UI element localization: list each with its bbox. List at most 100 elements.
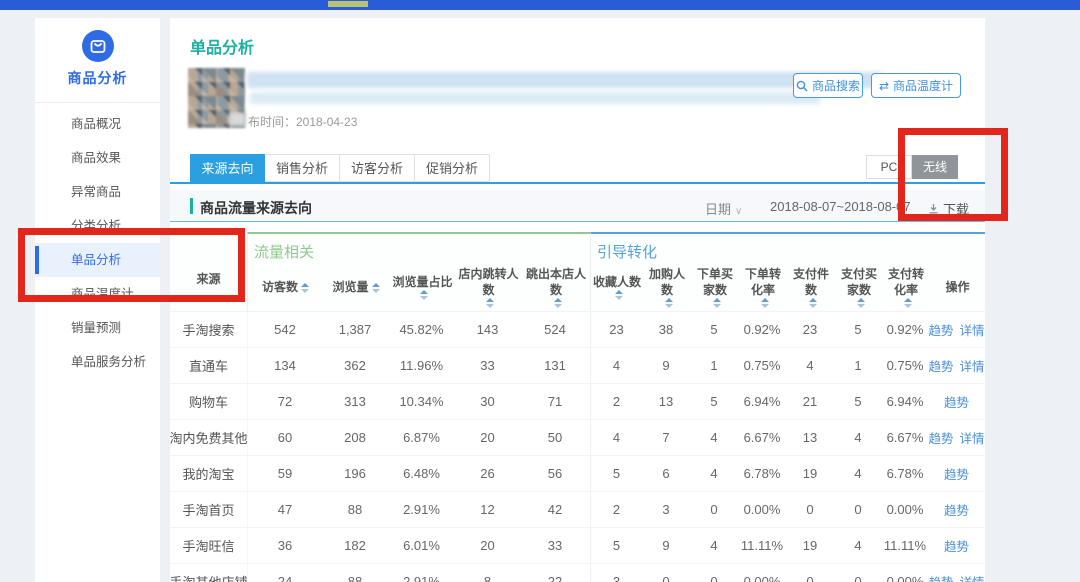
sort-icon[interactable] [554, 298, 562, 308]
sort-icon[interactable] [615, 290, 623, 300]
table-body: 手淘搜索5421,38745.82%143524233850.92%2350.9… [170, 311, 985, 582]
product-thermometer-label: 商品温度计 [893, 77, 953, 94]
column-header[interactable]: 访客数 [248, 264, 323, 311]
date-filter-dropdown[interactable]: 日期∨ [705, 199, 742, 218]
date-range-value[interactable]: 2018-08-07~2018-08-07 [770, 199, 911, 214]
action-link[interactable]: 详情 [960, 572, 985, 582]
device-toggle-option[interactable]: 无线 [912, 155, 958, 179]
download-button[interactable]: 下载 [928, 199, 969, 218]
product-title-redacted [247, 72, 882, 88]
source-cell[interactable]: 手淘首页 [170, 492, 247, 527]
action-link[interactable]: 趋势 [928, 356, 953, 375]
value-cell: 33 [455, 348, 520, 383]
column-header[interactable]: 收藏人数 [591, 264, 643, 311]
sort-down-arrow [615, 296, 623, 300]
sort-up-arrow [809, 298, 817, 302]
value-cell: 13 [786, 420, 834, 455]
column-header[interactable]: 下单转化率 [739, 264, 787, 311]
product-search-button[interactable]: 商品搜索 [793, 73, 863, 98]
tab[interactable]: 促销分析 [415, 154, 490, 182]
sort-down-arrow [486, 304, 494, 308]
sidebar-item[interactable]: 商品概况 [35, 107, 160, 141]
sort-icon[interactable] [857, 298, 865, 308]
source-cell[interactable]: 我的淘宝 [170, 456, 247, 491]
action-link[interactable]: 趋势 [928, 428, 953, 447]
action-cell: 趋势 [928, 456, 985, 491]
column-header[interactable]: 加购人数 [643, 264, 691, 311]
action-link[interactable]: 趋势 [944, 500, 969, 519]
source-cell[interactable]: 手淘旺信 [170, 528, 247, 563]
action-link[interactable]: 趋势 [928, 572, 953, 582]
sort-icon[interactable] [809, 298, 817, 308]
sort-up-arrow [372, 283, 380, 287]
product-search-label: 商品搜索 [812, 77, 860, 94]
value-cell: 196 [322, 456, 388, 491]
sidebar-item[interactable]: 单品分析 [35, 243, 160, 277]
topbar-tab-marker[interactable] [328, 1, 368, 7]
column-header[interactable]: 支付件数 [787, 264, 835, 311]
column-header[interactable]: 支付买家数 [835, 264, 883, 311]
column-header-action: 操作 [929, 264, 985, 311]
sidebar-item[interactable]: 单品服务分析 [35, 345, 160, 379]
action-link[interactable]: 详情 [960, 356, 985, 375]
value-cell: 182 [322, 528, 388, 563]
product-thermometer-button[interactable]: ⇄ 商品温度计 [871, 73, 961, 98]
action-link[interactable]: 趋势 [944, 536, 969, 555]
value-cell: 59 [247, 456, 322, 491]
action-link[interactable]: 趋势 [944, 464, 969, 483]
table-row: 购物车7231310.34%307121356.94%2156.94%趋势 [170, 383, 985, 419]
sort-down-arrow [301, 289, 309, 293]
action-link[interactable]: 详情 [960, 428, 985, 447]
tab[interactable]: 来源去向 [190, 154, 265, 182]
sidebar-menu: 商品概况商品效果异常商品分类分析单品分析商品温度计销量预测单品服务分析 [35, 107, 160, 379]
table-row: 直通车13436211.96%331314910.75%410.75%趋势详情 [170, 347, 985, 383]
sort-icon[interactable] [665, 298, 673, 308]
source-cell[interactable]: 淘内免费其他 [170, 420, 247, 455]
column-header[interactable]: 店内跳转人数 [456, 264, 521, 311]
column-header[interactable]: 支付转化率 [883, 264, 929, 311]
column-header[interactable]: 浏览量 [323, 264, 389, 311]
value-cell: 6.67% [882, 420, 928, 455]
source-cell[interactable]: 手淘搜索 [170, 312, 247, 347]
value-cell: 5 [690, 312, 738, 347]
column-header[interactable]: 浏览量占比 [389, 264, 456, 311]
sort-icon[interactable] [486, 298, 494, 308]
action-link[interactable]: 趋势 [944, 392, 969, 411]
sort-up-arrow [554, 298, 562, 302]
value-cell: 26 [455, 456, 520, 491]
column-header-source[interactable]: 来源 [170, 270, 247, 287]
sidebar-item[interactable]: 商品效果 [35, 141, 160, 175]
swap-icon: ⇄ [879, 79, 889, 93]
table-row: 手淘其他店铺24882.91%8223000.00%000.00%趋势详情 [170, 563, 985, 582]
browser-topbar [0, 0, 1080, 10]
sidebar-item[interactable]: 分类分析 [35, 209, 160, 243]
sort-icon[interactable] [761, 298, 769, 308]
sort-icon[interactable] [420, 290, 428, 300]
column-header[interactable]: 跳出本店人数 [521, 264, 591, 311]
action-link[interactable]: 详情 [960, 320, 985, 339]
sidebar-item[interactable]: 商品温度计 [35, 277, 160, 311]
sort-down-arrow [554, 304, 562, 308]
source-cell[interactable]: 购物车 [170, 384, 247, 419]
tab[interactable]: 销售分析 [265, 154, 340, 182]
sidebar-section-label: 商品分析 [35, 68, 160, 88]
column-header[interactable]: 下单买家数 [691, 264, 739, 311]
sidebar-item[interactable]: 异常商品 [35, 175, 160, 209]
sort-icon[interactable] [904, 298, 912, 308]
value-cell: 0 [834, 492, 882, 527]
value-cell: 36 [247, 528, 322, 563]
value-cell: 19 [786, 528, 834, 563]
source-cell[interactable]: 直通车 [170, 348, 247, 383]
value-cell: 20 [455, 528, 520, 563]
tab[interactable]: 访客分析 [340, 154, 415, 182]
action-link[interactable]: 趋势 [928, 320, 953, 339]
device-toggle-option[interactable]: PC [866, 155, 912, 179]
search-icon [796, 80, 808, 92]
sort-icon[interactable] [713, 298, 721, 308]
sort-icon[interactable] [372, 283, 380, 293]
value-cell: 20 [455, 420, 520, 455]
sidebar-item[interactable]: 销量预测 [35, 311, 160, 345]
sort-icon[interactable] [301, 283, 309, 293]
source-cell[interactable]: 手淘其他店铺 [170, 564, 247, 582]
value-cell: 30 [455, 384, 520, 419]
